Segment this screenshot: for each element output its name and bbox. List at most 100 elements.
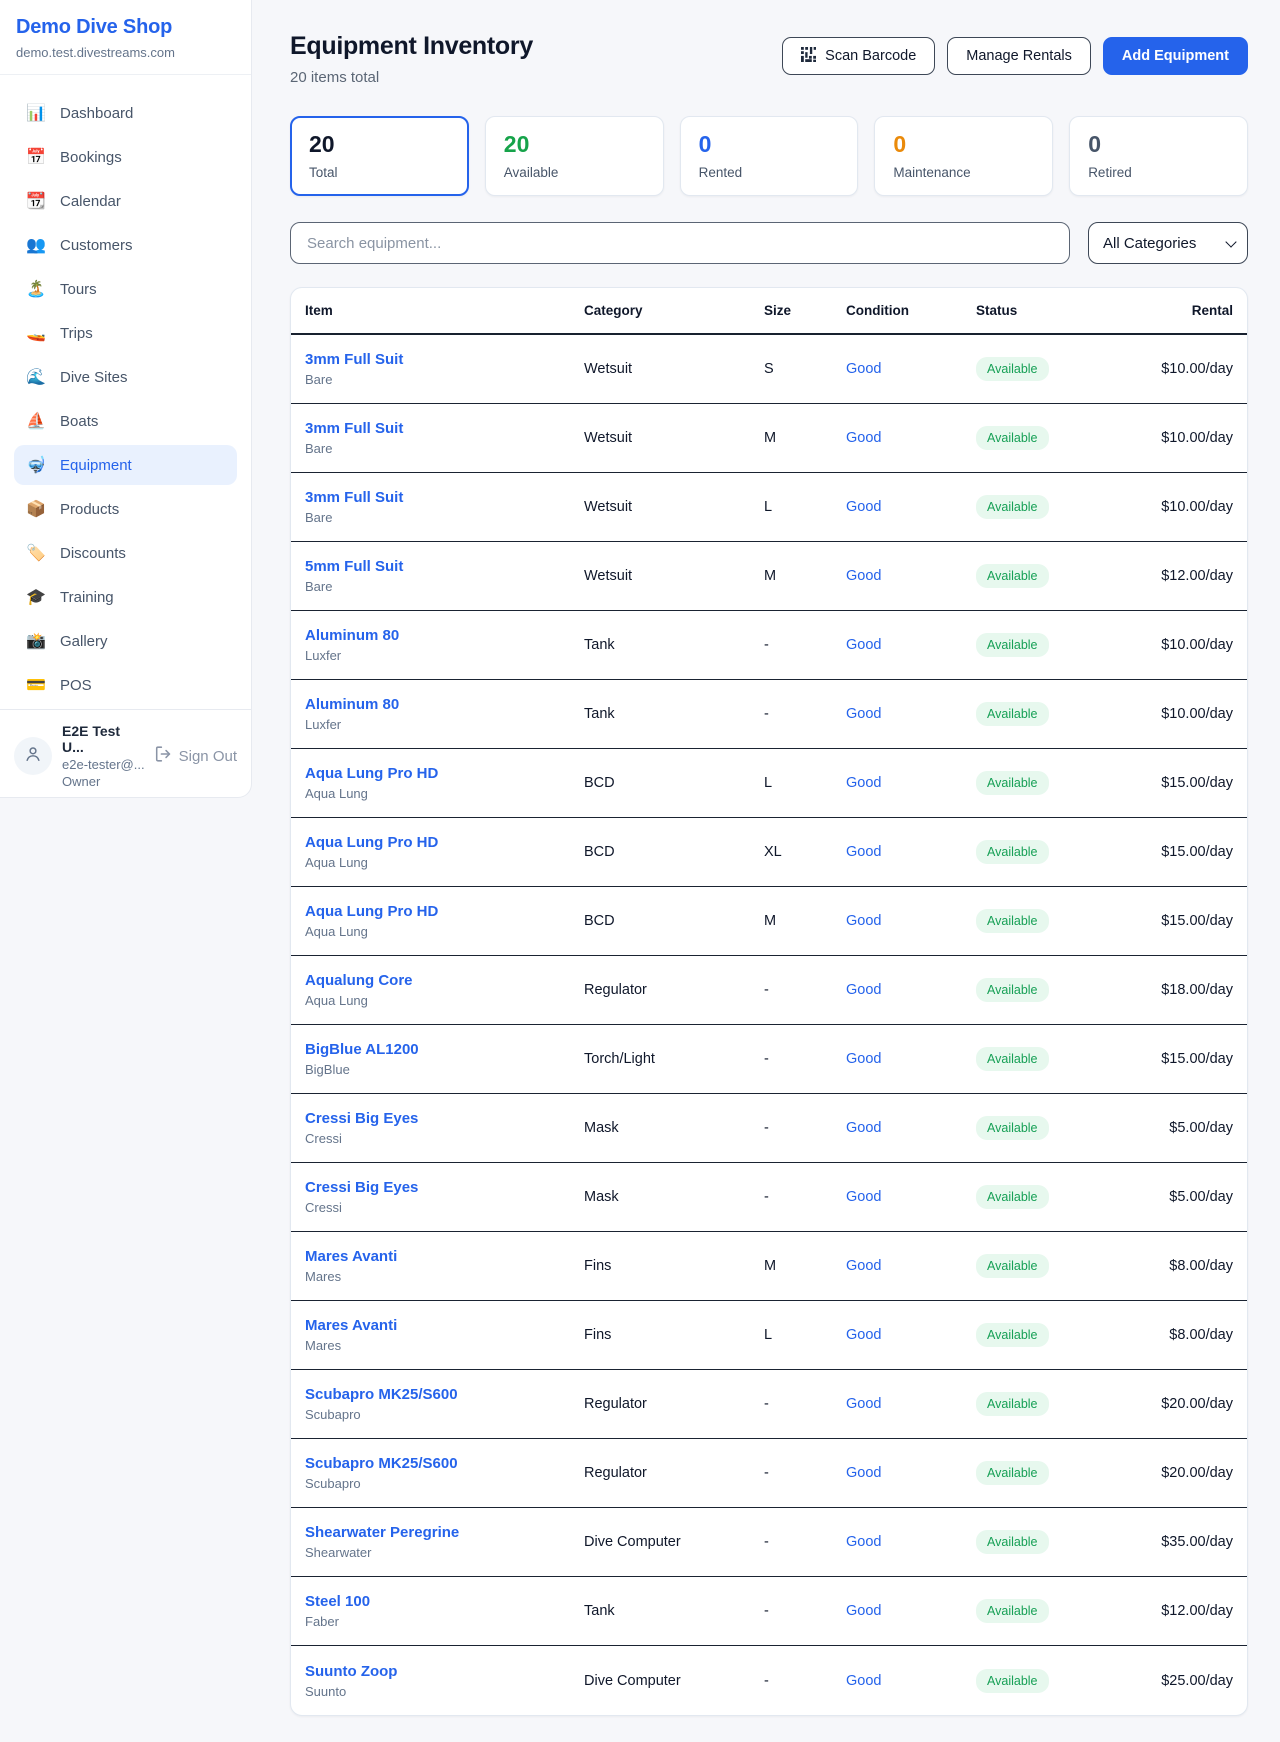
item-name-link[interactable]: Aluminum 80: [305, 627, 584, 644]
sidebar-item-gallery[interactable]: 📸 Gallery: [14, 621, 237, 661]
sidebar-item-products[interactable]: 📦 Products: [14, 489, 237, 529]
item-name-link[interactable]: Aluminum 80: [305, 696, 584, 713]
stat-value: 0: [699, 131, 840, 158]
condition-link[interactable]: Good: [846, 499, 976, 515]
rental-cell: $10.00/day: [1136, 430, 1233, 446]
item-name-link[interactable]: 3mm Full Suit: [305, 489, 584, 506]
dashboard-icon: 📊: [26, 103, 46, 123]
condition-link[interactable]: Good: [846, 430, 976, 446]
size-cell: -: [764, 1396, 846, 1412]
column-header-item: Item: [305, 303, 584, 318]
scan-barcode-button[interactable]: Scan Barcode: [782, 37, 935, 75]
condition-link[interactable]: Good: [846, 1258, 976, 1274]
sidebar-item-calendar[interactable]: 📆 Calendar: [14, 181, 237, 221]
condition-link[interactable]: Good: [846, 706, 976, 722]
condition-link[interactable]: Good: [846, 1673, 976, 1689]
status-cell: Available: [976, 1047, 1136, 1071]
condition-link[interactable]: Good: [846, 913, 976, 929]
condition-link[interactable]: Good: [846, 568, 976, 584]
stat-card-maintenance[interactable]: 0 Maintenance: [874, 116, 1053, 196]
category-cell: Dive Computer: [584, 1534, 764, 1550]
filter-bar: All Categories: [290, 222, 1248, 264]
person-icon: [24, 745, 42, 768]
stat-card-available[interactable]: 20 Available: [485, 116, 664, 196]
equipment-table: ItemCategorySizeConditionStatusRental 3m…: [290, 287, 1248, 1716]
training-icon: 🎓: [26, 587, 46, 607]
search-input[interactable]: [290, 222, 1070, 264]
item-name-link[interactable]: Aqua Lung Pro HD: [305, 903, 584, 920]
sidebar-item-boats[interactable]: ⛵ Boats: [14, 401, 237, 441]
item-name-link[interactable]: Shearwater Peregrine: [305, 1524, 584, 1541]
status-cell: Available: [976, 495, 1136, 519]
condition-link[interactable]: Good: [846, 361, 976, 377]
item-name-link[interactable]: Aqualung Core: [305, 972, 584, 989]
table-row: Scubapro MK25/S600 Scubapro Regulator - …: [291, 1370, 1247, 1439]
item-name-link[interactable]: Aqua Lung Pro HD: [305, 765, 584, 782]
status-cell: Available: [976, 1185, 1136, 1209]
item-name-link[interactable]: Mares Avanti: [305, 1317, 584, 1334]
stat-card-rented[interactable]: 0 Rented: [680, 116, 859, 196]
item-name-link[interactable]: Steel 100: [305, 1593, 584, 1610]
table-row: Aluminum 80 Luxfer Tank - Good Available…: [291, 611, 1247, 680]
item-name-link[interactable]: 3mm Full Suit: [305, 420, 584, 437]
item-name-link[interactable]: Cressi Big Eyes: [305, 1110, 584, 1127]
manage-rentals-button[interactable]: Manage Rentals: [947, 37, 1091, 75]
condition-link[interactable]: Good: [846, 1327, 976, 1343]
item-brand: Bare: [305, 510, 584, 525]
category-select[interactable]: All Categories: [1088, 222, 1248, 264]
condition-link[interactable]: Good: [846, 1534, 976, 1550]
item-name-link[interactable]: Cressi Big Eyes: [305, 1179, 584, 1196]
status-badge: Available: [976, 426, 1049, 450]
category-cell: Tank: [584, 706, 764, 722]
condition-link[interactable]: Good: [846, 982, 976, 998]
condition-link[interactable]: Good: [846, 1051, 976, 1067]
status-cell: Available: [976, 426, 1136, 450]
add-equipment-button[interactable]: Add Equipment: [1103, 37, 1248, 75]
condition-link[interactable]: Good: [846, 775, 976, 791]
status-cell: Available: [976, 1669, 1136, 1693]
sidebar-item-bookings[interactable]: 📅 Bookings: [14, 137, 237, 177]
rental-cell: $10.00/day: [1136, 706, 1233, 722]
pos-icon: 💳: [26, 675, 46, 695]
sidebar-item-pos[interactable]: 💳 POS: [14, 665, 237, 705]
rental-cell: $15.00/day: [1136, 775, 1233, 791]
item-brand: BigBlue: [305, 1062, 584, 1077]
sign-out-button[interactable]: Sign Out: [155, 746, 237, 766]
item-name-link[interactable]: Aqua Lung Pro HD: [305, 834, 584, 851]
sidebar-item-dashboard[interactable]: 📊 Dashboard: [14, 93, 237, 133]
item-cell: Cressi Big Eyes Cressi: [305, 1110, 584, 1146]
status-badge: Available: [976, 1116, 1049, 1140]
item-cell: Suunto Zoop Suunto: [305, 1663, 584, 1699]
item-name-link[interactable]: 3mm Full Suit: [305, 351, 584, 368]
sidebar-item-trips[interactable]: 🚤 Trips: [14, 313, 237, 353]
condition-link[interactable]: Good: [846, 844, 976, 860]
table-row: Cressi Big Eyes Cressi Mask - Good Avail…: [291, 1163, 1247, 1232]
item-name-link[interactable]: BigBlue AL1200: [305, 1041, 584, 1058]
item-brand: Cressi: [305, 1131, 584, 1146]
item-name-link[interactable]: Suunto Zoop: [305, 1663, 584, 1680]
condition-link[interactable]: Good: [846, 1396, 976, 1412]
sidebar-item-customers[interactable]: 👥 Customers: [14, 225, 237, 265]
sidebar-item-tours[interactable]: 🏝️ Tours: [14, 269, 237, 309]
sidebar-item-discounts[interactable]: 🏷️ Discounts: [14, 533, 237, 573]
item-cell: 5mm Full Suit Bare: [305, 558, 584, 594]
sidebar-item-dive-sites[interactable]: 🌊 Dive Sites: [14, 357, 237, 397]
gallery-icon: 📸: [26, 631, 46, 651]
item-name-link[interactable]: 5mm Full Suit: [305, 558, 584, 575]
condition-link[interactable]: Good: [846, 1189, 976, 1205]
item-name-link[interactable]: Mares Avanti: [305, 1248, 584, 1265]
item-name-link[interactable]: Scubapro MK25/S600: [305, 1386, 584, 1403]
stat-card-retired[interactable]: 0 Retired: [1069, 116, 1248, 196]
condition-link[interactable]: Good: [846, 1120, 976, 1136]
stat-label: Retired: [1088, 165, 1229, 180]
condition-link[interactable]: Good: [846, 1603, 976, 1619]
sidebar-item-training[interactable]: 🎓 Training: [14, 577, 237, 617]
sidebar-item-equipment[interactable]: 🤿 Equipment: [14, 445, 237, 485]
condition-link[interactable]: Good: [846, 637, 976, 653]
item-name-link[interactable]: Scubapro MK25/S600: [305, 1455, 584, 1472]
item-cell: Aqualung Core Aqua Lung: [305, 972, 584, 1008]
category-cell: Fins: [584, 1258, 764, 1274]
stat-card-total[interactable]: 20 Total: [290, 116, 469, 196]
item-brand: Suunto: [305, 1684, 584, 1699]
condition-link[interactable]: Good: [846, 1465, 976, 1481]
